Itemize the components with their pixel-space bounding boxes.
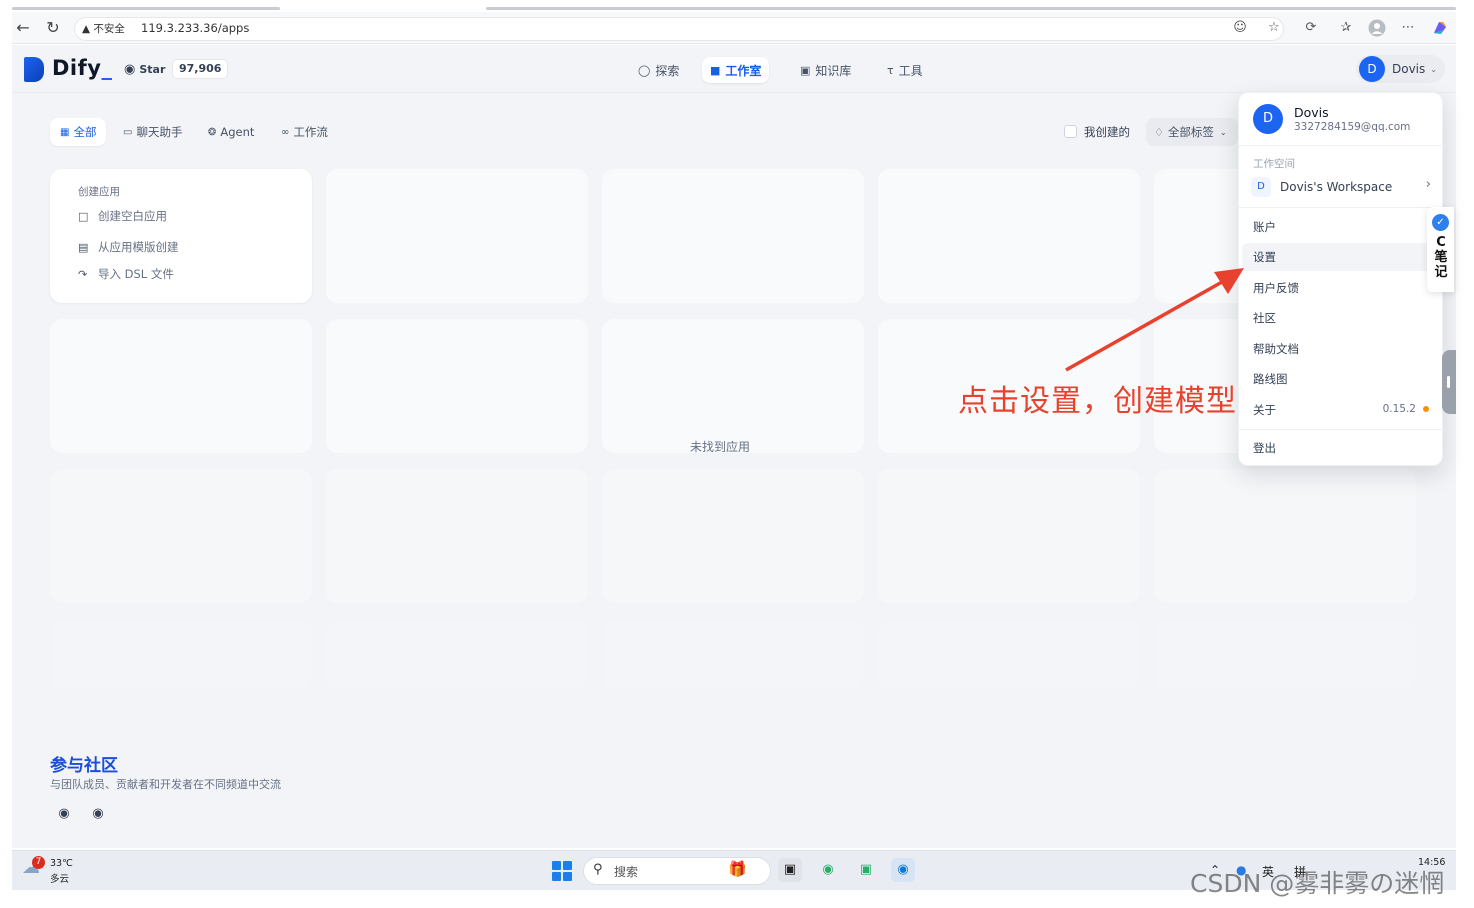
win-pane: [552, 872, 561, 881]
win-pane: [563, 861, 572, 870]
windows-start-icon[interactable]: [552, 861, 572, 881]
wechat-icon[interactable]: ◉: [816, 858, 840, 882]
screen: ← ↻ ▲ 不安全 119.3.233.36/apps ☺ ☆ ⟳ ✰ ⋯ Di…: [0, 0, 1474, 908]
search-icon: ⚲: [593, 862, 603, 877]
taskbar-search-label: 搜索: [614, 865, 639, 879]
remote-desktop-icon[interactable]: ▣: [854, 858, 878, 882]
weather-badge: 7: [32, 856, 45, 869]
weather-temperature: 33℃: [50, 858, 73, 869]
win-pane: [563, 872, 572, 881]
annotation-text: 点击设置，创建模型: [958, 384, 1237, 419]
win-pane: [552, 861, 561, 870]
task-view-icon[interactable]: ▣: [778, 858, 802, 882]
annotation-arrow: [1065, 268, 1244, 372]
gift-icon: 🎁: [728, 860, 747, 878]
weather-description: 多云: [50, 874, 70, 885]
annotation-arrow-line: [1065, 280, 1223, 372]
watermark: CSDN @雾非雾の迷惘: [1190, 869, 1445, 898]
edge-browser-icon[interactable]: ◉: [891, 858, 915, 882]
annotation-arrow-head: [1214, 268, 1244, 294]
